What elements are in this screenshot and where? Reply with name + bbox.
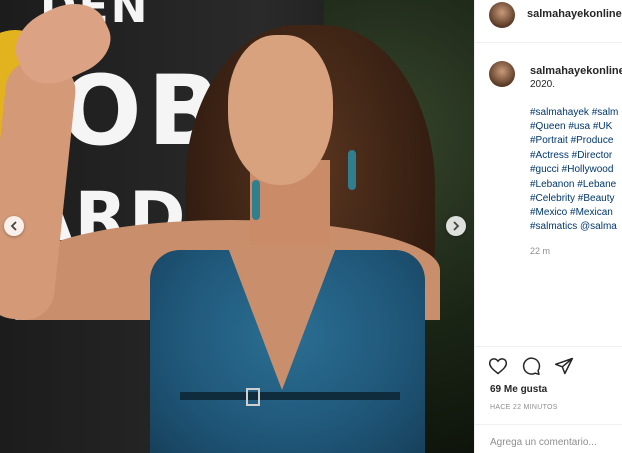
chevron-right-icon — [453, 221, 460, 231]
hashtag-line[interactable]: #salmatics @salma — [530, 221, 617, 232]
actions-divider — [475, 346, 622, 347]
face — [228, 35, 333, 185]
prev-photo-button[interactable] — [4, 216, 24, 236]
header-divider — [475, 42, 622, 43]
hashtag-line[interactable]: #Mexico #Mexican — [530, 207, 613, 218]
heart-icon[interactable] — [488, 356, 508, 376]
likes-count[interactable]: 69 Me gusta — [490, 384, 547, 395]
comment-divider — [475, 424, 622, 425]
hashtag-line[interactable]: #Celebrity #Beauty — [530, 193, 615, 204]
belt-buckle — [246, 388, 260, 406]
header-username[interactable]: salmahayekonline — [527, 8, 622, 20]
chevron-left-icon — [10, 221, 17, 231]
comment-input[interactable]: Agrega un comentario... — [490, 437, 597, 448]
comment-icon[interactable] — [521, 356, 541, 376]
hashtag-line[interactable]: #gucci #Hollywood — [530, 164, 613, 175]
hashtag-line[interactable]: #Portrait #Produce — [530, 135, 613, 146]
dress-belt — [180, 392, 400, 400]
caption-timestamp: 22 m — [530, 246, 551, 256]
caption-text: 2020. — [530, 79, 556, 90]
caption-username[interactable]: salmahayekonline — [530, 65, 622, 77]
hashtag-line[interactable]: #Actress #Director — [530, 150, 612, 161]
hashtag-line[interactable]: #Lebanon #Lebane — [530, 179, 616, 190]
post-time-ago: HACE 22 MINUTOS — [490, 404, 558, 411]
next-photo-button[interactable] — [446, 216, 466, 236]
post-photo[interactable]: DEN OBE ARDS AR — [0, 0, 474, 453]
neckline — [227, 245, 337, 390]
caption-avatar[interactable] — [489, 61, 515, 87]
hashtag-line[interactable]: #Queen #usa #UK — [530, 121, 612, 132]
avatar[interactable] — [489, 2, 515, 28]
hashtag-line[interactable]: #salmahayek #salm — [530, 107, 618, 118]
post-sidebar: salmahayekonline salmahayekonline 2020. … — [474, 0, 622, 453]
earring-right — [348, 150, 356, 190]
earring-left — [252, 180, 260, 220]
send-icon[interactable] — [554, 356, 574, 376]
